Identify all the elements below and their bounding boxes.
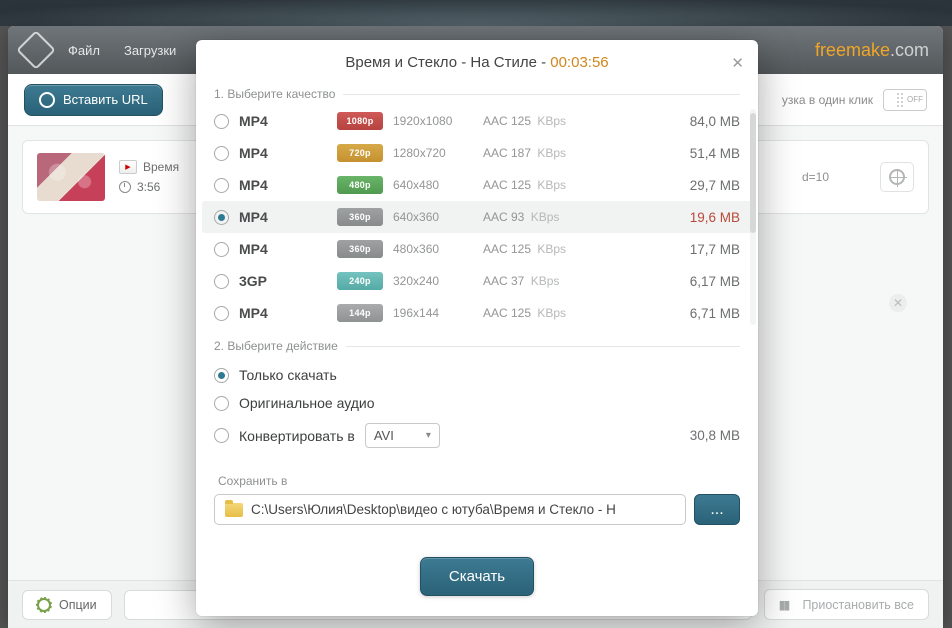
radio-icon	[214, 368, 229, 383]
save-path-input[interactable]: C:\Users\Юлия\Desktop\видео с ютуба\Врем…	[214, 494, 686, 525]
section-quality-label: 1. Выберите качество	[196, 77, 758, 105]
video-title: Время	[143, 160, 179, 174]
radio-icon	[214, 114, 229, 129]
quality-badge: 144p	[337, 304, 383, 322]
video-thumbnail	[37, 153, 105, 201]
resolution-label: 480x360	[393, 242, 473, 256]
globe-icon	[39, 92, 55, 108]
filesize-label: 6,17 MB	[660, 274, 740, 289]
radio-icon	[214, 146, 229, 161]
save-to-label: Сохранить в	[218, 474, 740, 488]
quality-row[interactable]: MP4 360p 480x360 AAC 125 KBps 17,7 MB	[202, 233, 752, 265]
filesize-label: 84,0 MB	[660, 114, 740, 129]
gear-icon	[37, 598, 51, 612]
radio-icon	[214, 178, 229, 193]
oneclick-toggle[interactable]: OFF	[883, 89, 927, 111]
format-label: MP4	[239, 113, 303, 129]
video-duration: 3:56	[137, 180, 160, 194]
resolution-label: 640x360	[393, 210, 473, 224]
quality-row[interactable]: MP4 480p 640x480 AAC 125 KBps 29,7 MB	[202, 169, 752, 201]
audio-label: AAC 125 KBps	[483, 114, 573, 128]
clock-icon	[119, 181, 131, 193]
browse-button[interactable]: ...	[694, 494, 740, 525]
apple-icon	[313, 306, 327, 320]
filesize-label: 51,4 MB	[660, 146, 740, 161]
format-label: MP4	[239, 209, 303, 225]
paste-url-button[interactable]: Вставить URL	[24, 84, 163, 116]
quality-row[interactable]: MP4 360p 640x360 AAC 93 KBps 19,6 MB	[202, 201, 752, 233]
radio-icon	[214, 242, 229, 257]
filesize-label: 19,6 MB	[660, 210, 740, 225]
audio-label: AAC 125 KBps	[483, 306, 573, 320]
apple-icon	[313, 146, 327, 160]
menu-downloads[interactable]: Загрузки	[124, 43, 176, 58]
format-label: MP4	[239, 145, 303, 161]
brand-link[interactable]: freemake.com	[815, 40, 929, 61]
options-button[interactable]: Опции	[22, 590, 112, 620]
quality-badge: 480p	[337, 176, 383, 194]
quality-row[interactable]: MP4 144p 196x144 AAC 125 KBps 6,71 MB	[202, 297, 752, 329]
quality-row[interactable]: MP4 1080p 1920x1080 AAC 125 KBps 84,0 MB	[202, 105, 752, 137]
quality-row[interactable]: 3GP 240p 320x240 AAC 37 KBps 6,17 MB	[202, 265, 752, 297]
pause-all-button[interactable]: ▮▮Приостановить все	[764, 589, 929, 620]
quality-badge: 720p	[337, 144, 383, 162]
dialog-close-button[interactable]: ✕	[731, 54, 744, 72]
apple-icon	[313, 210, 327, 224]
radio-icon	[214, 274, 229, 289]
radio-icon	[214, 428, 229, 443]
quality-badge: 240p	[337, 272, 383, 290]
app-logo-icon	[16, 30, 56, 70]
menu-file[interactable]: Файл	[68, 43, 100, 58]
youtube-icon: ▶	[119, 160, 137, 174]
resolution-label: 1280x720	[393, 146, 473, 160]
action-download-only[interactable]: Только скачать	[214, 361, 740, 389]
url-fragment: d=10	[802, 170, 829, 184]
radio-icon	[214, 306, 229, 321]
format-label: 3GP	[239, 273, 303, 289]
radio-icon	[214, 210, 229, 225]
format-label: MP4	[239, 305, 303, 321]
audio-label: AAC 125 KBps	[483, 242, 573, 256]
resolution-label: 196x144	[393, 306, 473, 320]
convert-size: 30,8 MB	[690, 428, 740, 443]
apple-icon	[313, 242, 327, 256]
format-label: MP4	[239, 241, 303, 257]
globe-gray-icon	[889, 169, 905, 185]
resolution-label: 640x480	[393, 178, 473, 192]
quality-badge: 360p	[337, 208, 383, 226]
remove-item-button[interactable]: ✕	[889, 294, 907, 312]
audio-label: AAC 125 KBps	[483, 178, 573, 192]
quality-badge: 1080p	[337, 112, 383, 130]
filesize-label: 29,7 MB	[660, 178, 740, 193]
action-original-audio[interactable]: Оригинальное аудио	[214, 389, 740, 417]
quality-badge: 360p	[337, 240, 383, 258]
resolution-label: 320x240	[393, 274, 473, 288]
format-label: MP4	[239, 177, 303, 193]
download-button[interactable]: Скачать	[420, 557, 534, 596]
filesize-label: 17,7 MB	[660, 242, 740, 257]
convert-format-select[interactable]: AVI	[365, 423, 440, 448]
apple-icon	[313, 178, 327, 192]
audio-label: AAC 93 KBps	[483, 210, 573, 224]
section-action-label: 2. Выберите действие	[196, 329, 758, 357]
quality-row[interactable]: MP4 720p 1280x720 AAC 187 KBps 51,4 MB	[202, 137, 752, 169]
folder-icon	[225, 503, 243, 517]
download-dialog: Время и Стекло - На Стиле - 00:03:56 ✕ 1…	[196, 40, 758, 616]
apple-icon	[313, 274, 327, 288]
audio-label: AAC 187 KBps	[483, 146, 573, 160]
quality-list: MP4 1080p 1920x1080 AAC 125 KBps 84,0 MB MP4 7…	[196, 105, 758, 329]
apple-icon	[313, 114, 327, 128]
filesize-label: 6,71 MB	[660, 306, 740, 321]
action-convert[interactable]: Конвертировать в AVI 30,8 MB	[214, 417, 740, 454]
audio-label: AAC 37 KBps	[483, 274, 573, 288]
open-source-button[interactable]	[880, 162, 914, 192]
dialog-title: Время и Стекло - На Стиле - 00:03:56 ✕	[196, 40, 758, 77]
oneclick-label: узка в один клик	[782, 93, 873, 107]
resolution-label: 1920x1080	[393, 114, 473, 128]
radio-icon	[214, 396, 229, 411]
scrollbar[interactable]	[750, 109, 756, 325]
